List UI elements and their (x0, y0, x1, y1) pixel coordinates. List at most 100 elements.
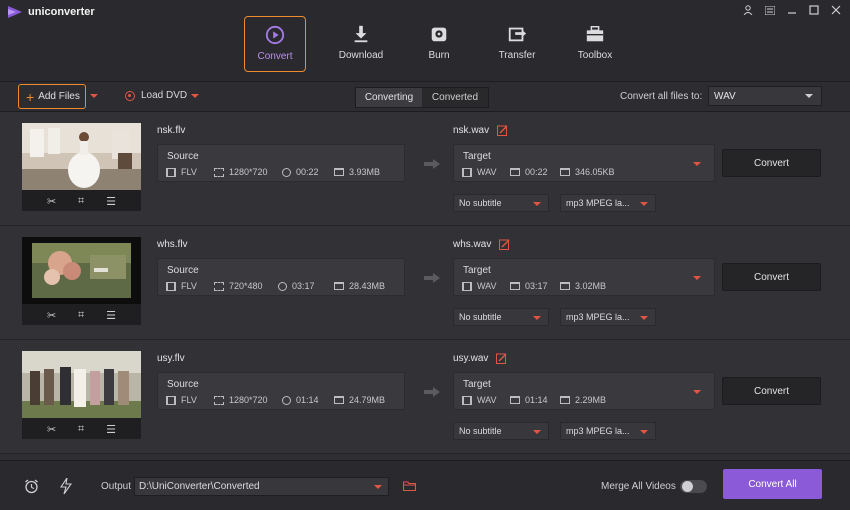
effects-icon[interactable]: ☰ (106, 309, 116, 322)
audio-track-select[interactable]: mp3 MPEG la... (560, 308, 656, 326)
subtitle-select[interactable]: No subtitle (453, 422, 549, 440)
duration-icon (510, 282, 520, 290)
load-dvd-button[interactable]: Load DVD (125, 90, 187, 101)
transfer-icon (508, 27, 527, 42)
output-label: Output (101, 481, 132, 492)
target-info-box: Target WAV 00:22 346.05KB (453, 144, 715, 182)
video-thumbnail[interactable]: ✂ ⌗ ☰ (22, 237, 141, 325)
audio-track-select[interactable]: mp3 MPEG la... (560, 422, 656, 440)
size-icon (334, 396, 344, 404)
effects-icon[interactable]: ☰ (106, 423, 116, 436)
tab-transfer-label: Transfer (498, 50, 536, 61)
duration-icon (282, 395, 291, 405)
tab-download[interactable]: Download (322, 16, 400, 72)
edit-icon[interactable] (499, 239, 510, 250)
output-format-value: WAV (714, 90, 736, 102)
source-duration: 03:17 (292, 281, 315, 291)
user-icon[interactable] (742, 4, 754, 16)
top-bar: uniconverter Convert Download Burn Trans… (0, 0, 850, 82)
crop-icon[interactable]: ⌗ (78, 195, 84, 208)
arrow-right-icon (424, 387, 440, 397)
alarm-clock-icon[interactable] (24, 479, 39, 494)
format-icon (462, 395, 472, 405)
thumbnail-tools: ✂ ⌗ ☰ (22, 419, 141, 439)
size-icon (334, 168, 344, 176)
load-dvd-dropdown-icon[interactable] (191, 94, 199, 98)
dvd-icon (125, 90, 135, 101)
source-duration: 00:22 (296, 167, 319, 177)
audio-track-select[interactable]: mp3 MPEG la... (560, 194, 656, 212)
trim-icon[interactable]: ✂ (47, 309, 56, 322)
tab-converting[interactable]: Converting (356, 88, 422, 107)
target-format: WAV (477, 281, 497, 291)
convert-all-label: Convert all files to: (620, 91, 703, 102)
output-path-select[interactable]: D:\UniConverter\Converted (134, 477, 389, 496)
target-meta: WAV 01:14 2.29MB (462, 395, 606, 405)
effects-icon[interactable]: ☰ (106, 195, 116, 208)
source-format: FLV (181, 281, 197, 291)
file-row: ✂ ⌗ ☰ usy.flv Source FLV 1280*720 01:14 … (0, 340, 850, 454)
tab-transfer[interactable]: Transfer (478, 16, 556, 72)
convert-button[interactable]: Convert (722, 377, 821, 405)
edit-icon[interactable] (496, 353, 507, 364)
menu-icon[interactable] (764, 4, 776, 16)
thumbnail-tools: ✂ ⌗ ☰ (22, 305, 141, 325)
output-format-select[interactable]: WAV (708, 86, 822, 106)
tab-toolbox-label: Toolbox (577, 50, 613, 61)
source-meta: FLV 720*480 03:17 28.43MB (166, 281, 385, 291)
maximize-icon[interactable] (808, 4, 820, 16)
edit-icon[interactable] (497, 125, 508, 136)
target-settings-dropdown[interactable] (688, 272, 706, 284)
source-info-box: Source FLV 1280*720 01:14 24.79MB (157, 372, 405, 410)
size-icon (334, 282, 344, 290)
tab-burn[interactable]: Burn (400, 16, 478, 72)
close-icon[interactable] (830, 4, 842, 16)
format-icon (166, 395, 176, 405)
brand: uniconverter (8, 6, 95, 18)
format-icon (462, 281, 472, 291)
video-thumbnail[interactable]: ✂ ⌗ ☰ (22, 123, 141, 211)
target-format: WAV (477, 167, 497, 177)
tab-convert[interactable]: Convert (244, 16, 306, 72)
minimize-icon[interactable] (786, 4, 798, 16)
tab-burn-label: Burn (428, 50, 450, 61)
target-size: 2.29MB (575, 395, 607, 405)
convert-all-button[interactable]: Convert All (723, 469, 822, 499)
folder-icon[interactable] (403, 481, 416, 491)
crop-icon[interactable]: ⌗ (78, 309, 84, 322)
target-info-box: Target WAV 01:14 2.29MB (453, 372, 715, 410)
target-meta: WAV 00:22 346.05KB (462, 167, 615, 177)
format-icon (166, 281, 176, 291)
target-settings-dropdown[interactable] (688, 386, 706, 398)
tab-toolbox[interactable]: Toolbox (556, 16, 634, 72)
subtitle-select[interactable]: No subtitle (453, 194, 549, 212)
trim-icon[interactable]: ✂ (47, 423, 56, 436)
target-file-name: nsk.wav (453, 125, 490, 136)
crop-icon[interactable]: ⌗ (78, 423, 84, 436)
convert-button[interactable]: Convert (722, 263, 821, 291)
video-thumbnail[interactable]: ✂ ⌗ ☰ (22, 351, 141, 439)
duration-icon (282, 167, 291, 177)
merge-all-videos-label: Merge All Videos (601, 481, 676, 492)
trim-icon[interactable]: ✂ (47, 195, 56, 208)
thumbnail-image (22, 123, 141, 190)
merge-all-videos-toggle[interactable] (680, 480, 707, 493)
target-file-name: usy.wav (453, 353, 489, 364)
add-files-button[interactable]: + Add Files (18, 84, 86, 109)
file-row: ✂ ⌗ ☰ nsk.flv Source FLV 1280*720 00:22 … (0, 112, 850, 226)
lightning-icon[interactable] (60, 478, 72, 494)
size-icon (560, 396, 570, 404)
convert-icon (265, 25, 285, 45)
app-logo-icon (8, 6, 22, 18)
add-files-dropdown-icon[interactable] (90, 94, 98, 98)
target-file-name-group: whs.wav (453, 239, 510, 250)
source-label: Source (167, 151, 199, 162)
thumbnail-tools: ✂ ⌗ ☰ (22, 191, 141, 211)
target-settings-dropdown[interactable] (688, 158, 706, 170)
convert-button[interactable]: Convert (722, 149, 821, 177)
app-name: uniconverter (28, 6, 95, 18)
main-nav: Convert Download Burn Transfer Toolbox (244, 16, 634, 72)
target-info-box: Target WAV 03:17 3.02MB (453, 258, 715, 296)
subtitle-select[interactable]: No subtitle (453, 308, 549, 326)
tab-converted[interactable]: Converted (422, 88, 488, 107)
